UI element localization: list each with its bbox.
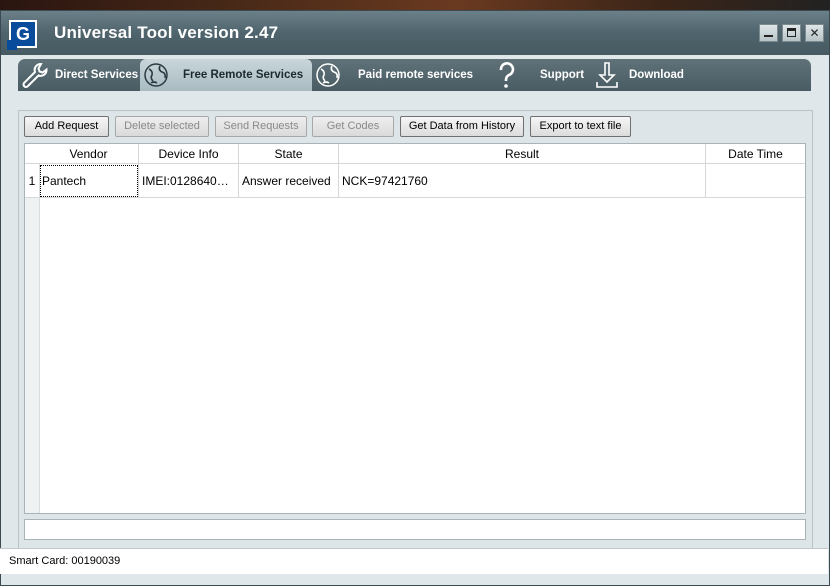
row-number: 1 [25,164,39,198]
tab-label: Direct Services [55,69,139,81]
tab-support[interactable]: Support [488,59,593,91]
delete-selected-button[interactable]: Delete selected [115,116,209,137]
add-request-button[interactable]: Add Request [24,116,109,137]
tab-label: Paid remote services [358,69,474,81]
download-icon [596,62,618,88]
column-header-vendor[interactable]: Vendor [39,144,139,164]
globe-icon [316,63,340,87]
tab-label: Free Remote Services [183,69,304,81]
cell-state[interactable]: Answer received [239,164,339,198]
header-corner [25,144,39,164]
row-header-strip [25,144,40,513]
column-header-state[interactable]: State [239,144,339,164]
cell-result[interactable]: NCK=97421760 [339,164,706,198]
tab-direct-services[interactable]: Direct Services [18,59,140,91]
app-logo-icon: G [7,20,37,50]
tab-label: Support [540,69,585,81]
column-header-result[interactable]: Result [339,144,706,164]
send-requests-button[interactable]: Send Requests [215,116,307,137]
table-header: Vendor Device Info State Result Date Tim… [25,144,805,164]
tab-paid-remote-services[interactable]: Paid remote services [312,59,488,91]
smart-card-status: Smart Card: 00190039 [9,555,121,567]
tab-download[interactable]: Download [593,59,708,91]
maximize-icon [787,28,796,37]
question-icon [499,62,515,88]
column-header-device-info[interactable]: Device Info [139,144,239,164]
cell-device-info[interactable]: IMEI:0128640… [139,164,239,198]
tab-free-remote-services[interactable]: Free Remote Services [140,59,312,91]
cell-date-time[interactable] [706,164,805,198]
get-codes-button[interactable]: Get Codes [312,116,394,137]
get-data-from-history-button[interactable]: Get Data from History [400,116,524,137]
tab-label: Download [629,69,684,81]
requests-table[interactable]: Vendor Device Info State Result Date Tim… [24,143,806,514]
window-title: Universal Tool version 2.47 [54,23,279,42]
table-row[interactable]: 1 Pantech IMEI:0128640… Answer received … [25,164,805,198]
cell-vendor[interactable]: Pantech [39,164,139,198]
export-to-text-button[interactable]: Export to text file [530,116,631,137]
title-bar[interactable]: G Universal Tool version 2.47 ✕ [1,11,829,55]
service-tabs: Direct Services Free Remote Services Pai… [18,59,811,91]
minimize-button[interactable] [759,24,778,42]
wrench-icon [22,63,48,88]
minimize-icon [764,35,773,37]
maximize-button[interactable] [782,24,801,42]
column-header-date-time[interactable]: Date Time [706,144,805,164]
globe-icon [144,63,168,87]
close-icon: ✕ [809,26,820,40]
status-bar: Smart Card: 00190039 [0,548,828,574]
close-button[interactable]: ✕ [805,24,824,42]
log-field[interactable] [24,519,806,540]
